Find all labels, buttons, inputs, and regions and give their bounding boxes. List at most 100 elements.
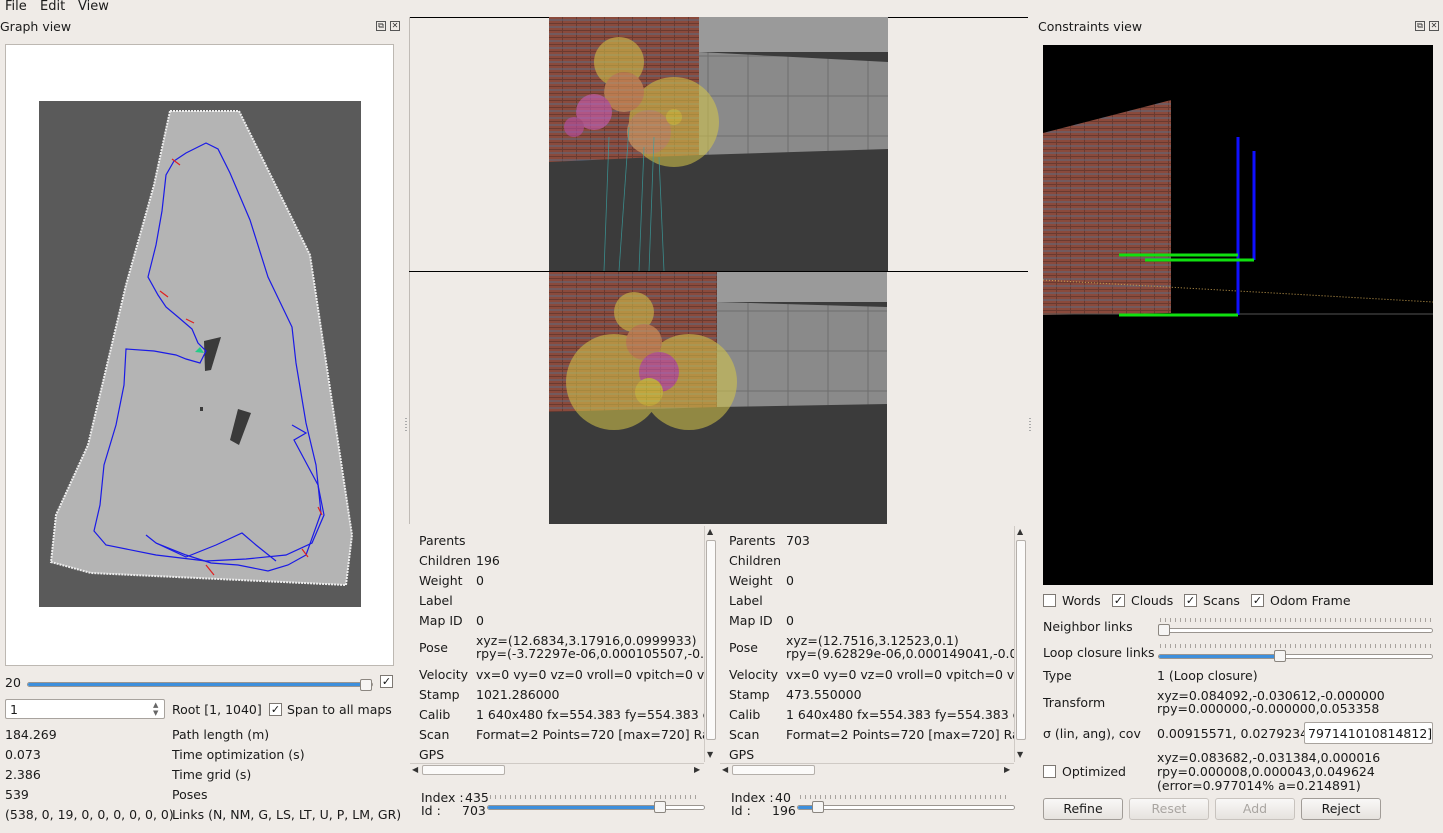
clouds-label: Clouds [1131, 593, 1174, 608]
neighbor-links-slider[interactable] [1158, 628, 1433, 633]
float-icon[interactable]: ⧉ [1415, 21, 1425, 31]
scroll-up-icon[interactable]: ▲ [1017, 527, 1023, 537]
info-key: Label [729, 593, 763, 608]
info-value: Format=2 Points=720 [max=720] Ran [476, 727, 706, 742]
info-value: 473.550000 [786, 687, 862, 702]
left-id-label: Id : [421, 803, 441, 818]
node-info-right-hscroll[interactable]: ◀ ▶ [720, 763, 1014, 776]
left-index-slider-handle[interactable] [654, 801, 666, 813]
spin-arrows-icon[interactable]: ▲ ▼ [153, 701, 158, 717]
scroll-up-icon[interactable]: ▲ [707, 527, 713, 537]
scroll-right-icon[interactable]: ▶ [1004, 765, 1010, 775]
scroll-down-icon[interactable]: ▼ [1017, 750, 1023, 760]
left-index-slider[interactable] [487, 805, 705, 810]
scans-checkbox[interactable]: ✓ [1184, 594, 1197, 607]
words-label: Words [1062, 593, 1101, 608]
menu-edit[interactable]: Edit [40, 0, 65, 14]
info-key: Stamp [729, 687, 770, 702]
stat-value: 0.073 [5, 747, 41, 762]
info-key: Parents [729, 533, 776, 548]
optimized-checkbox[interactable] [1043, 765, 1056, 778]
menu-bar: File Edit View [0, 0, 1443, 15]
reset-button[interactable]: Reset [1129, 798, 1209, 820]
span-all-maps-label: Span to all maps [287, 702, 392, 717]
left-id-value: 703 [462, 803, 486, 818]
node-info-left-hscroll[interactable]: ◀ ▶ [410, 763, 704, 776]
info-value: 703 [786, 533, 810, 548]
right-id-label: Id : [731, 803, 751, 818]
splitter-handle[interactable] [1029, 418, 1031, 432]
camera-image-bottom[interactable] [549, 272, 887, 524]
info-key: Pose [729, 640, 758, 655]
clouds-checkbox[interactable]: ✓ [1112, 594, 1125, 607]
info-value: 196 [476, 553, 500, 568]
graph-slider-handle[interactable] [360, 679, 372, 691]
neighbor-links-label: Neighbor links [1043, 619, 1133, 634]
sigma-value: 0.00915571, 0.0279234 [1157, 726, 1309, 741]
span-all-maps-checkbox[interactable]: ✓ [269, 703, 282, 716]
stat-value: 539 [5, 787, 29, 802]
scroll-thumb[interactable] [422, 765, 505, 775]
info-value: 0 [786, 613, 794, 628]
slider-ticks [1160, 618, 1432, 622]
stat-label: Links (N, NM, G, LS, LT, U, P, LM, GR) [172, 807, 402, 822]
camera-image-top[interactable] [549, 17, 888, 271]
transform-label: Transform [1043, 695, 1106, 710]
reject-button[interactable]: Reject [1301, 798, 1381, 820]
refine-button[interactable]: Refine [1043, 798, 1123, 820]
info-key: Weight [729, 573, 773, 588]
info-value: 0 [476, 573, 484, 588]
root-label: Root [1, 1040] [172, 702, 262, 717]
stat-value: (538, 0, 19, 0, 0, 0, 0, 0, 0) [5, 807, 174, 822]
right-index-slider-handle[interactable] [812, 801, 824, 813]
sigma-label: σ (lin, ang), cov [1043, 726, 1141, 741]
optimized-label: Optimized [1062, 764, 1126, 779]
right-index-slider[interactable] [797, 805, 1015, 810]
loop-closure-links-slider[interactable] [1158, 654, 1433, 659]
covariance-field[interactable]: 797141010814812] [1304, 722, 1433, 744]
splitter-handle[interactable] [405, 418, 407, 432]
info-value: rpy=(9.62829e-06,0.000149041,-0.08 [786, 646, 1014, 661]
info-value: Format=2 Points=720 [max=720] Ran [786, 727, 1014, 742]
info-value: 1021.286000 [476, 687, 560, 702]
close-icon[interactable]: ✕ [1429, 21, 1439, 31]
info-key: Weight [419, 573, 463, 588]
loop-closure-links-slider-handle[interactable] [1274, 650, 1286, 662]
constraints-3d-view[interactable] [1043, 45, 1433, 585]
words-checkbox[interactable] [1043, 594, 1056, 607]
menu-view[interactable]: View [78, 0, 109, 14]
info-key: Map ID [729, 613, 773, 628]
root-id-spinbox[interactable]: 1 ▲ ▼ [5, 699, 165, 719]
loop-closure-links-label: Loop closure links [1043, 645, 1155, 660]
scroll-left-icon[interactable]: ◀ [412, 765, 418, 775]
add-button[interactable]: Add [1215, 798, 1295, 820]
info-value: 0 [786, 573, 794, 588]
odom-frame-label: Odom Frame [1270, 593, 1351, 608]
close-icon[interactable]: ✕ [390, 21, 400, 31]
node-info-left-vscroll[interactable]: ▲ ▼ [704, 526, 717, 762]
float-icon[interactable]: ⧉ [376, 21, 386, 31]
scroll-left-icon[interactable]: ◀ [722, 765, 728, 775]
scroll-thumb[interactable] [732, 765, 815, 775]
scroll-down-icon[interactable]: ▼ [707, 750, 713, 760]
scroll-thumb[interactable] [1016, 540, 1026, 740]
neighbor-links-slider-handle[interactable] [1158, 624, 1170, 636]
camera-image-render [549, 17, 888, 271]
node-info-right-vscroll[interactable]: ▲ ▼ [1014, 526, 1027, 762]
info-key: Velocity [729, 667, 779, 682]
graph-slider-checkbox[interactable]: ✓ [380, 675, 393, 688]
graph-map-canvas[interactable] [5, 44, 394, 666]
type-label: Type [1043, 668, 1072, 683]
info-key: Label [419, 593, 453, 608]
node-info-right: Parents 703 Children Weight 0 Label Map … [720, 526, 1014, 763]
info-value: vx=0 vy=0 vz=0 vroll=0 vpitch=0 vy [786, 667, 1014, 682]
stat-label: Time grid (s) [172, 767, 252, 782]
odom-frame-checkbox[interactable]: ✓ [1251, 594, 1264, 607]
graph-slider-value: 20 [5, 675, 21, 690]
scroll-thumb[interactable] [706, 540, 716, 740]
constraints-view-title: Constraints view [1038, 19, 1143, 34]
loop-closure-slider-fill [1159, 655, 1281, 658]
graph-slider[interactable] [27, 682, 373, 687]
scroll-right-icon[interactable]: ▶ [694, 765, 700, 775]
menu-file[interactable]: File [5, 0, 27, 14]
